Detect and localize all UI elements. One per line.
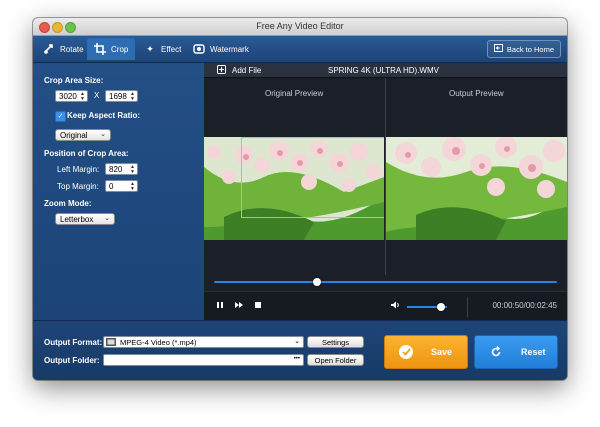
output-format-label: Output Format: [44,338,103,347]
add-file-icon [217,65,226,76]
effect-stars-icon: ✦ [146,43,154,54]
open-folder-button[interactable]: Open Folder [307,354,364,366]
chevron-down-icon: ⌄ [104,215,110,222]
pause-icon[interactable] [216,301,224,311]
zoom-mode-label: Zoom Mode: [44,199,92,208]
file-bar: Add File SPRING 4K (ULTRA HD).WMV [204,63,567,78]
crop-height-stepper[interactable]: 1698 ▲ ▼ [105,90,138,102]
position-crop-area-label: Position of Crop Area: [44,149,129,158]
window-title: Free Any Video Editor [256,21,344,31]
tab-crop[interactable]: Crop [87,38,136,60]
output-format-select[interactable]: MPEG-4 Video (*.mp4) ⌄ [103,336,304,348]
crop-icon [94,43,106,55]
toolbar: Rotate Crop ✦ Effect Watermark Back to H… [33,36,567,63]
output-folder-input[interactable]: ••• [103,354,304,366]
tab-rotate[interactable]: Rotate [36,38,91,60]
crop-size-separator: X [94,91,100,100]
volume-handle[interactable] [437,303,445,311]
app-window: Free Any Video Editor Rotate Crop ✦ Effe… [33,18,567,380]
rotate-icon [43,43,55,55]
browse-dots-button[interactable]: ••• [294,356,300,362]
back-arrow-icon [493,44,503,54]
player-controls: 00:00:50/00:02:45 [204,291,567,321]
preview-area: Add File SPRING 4K (ULTRA HD).WMV Origin… [204,63,567,321]
output-bar: Output Format: MPEG-4 Video (*.mp4) ⌄ Se… [33,320,567,380]
crop-settings-panel: Crop Area Size: 3020 ▲ ▼ X 1698 ▲ ▼ ✓ Keep… [33,63,204,320]
left-margin-stepper[interactable]: 820 ▲ ▼ [105,163,138,175]
output-preview-video [386,137,567,240]
save-button[interactable]: Save [384,335,468,369]
aspect-ratio-select[interactable]: Original ⌄ [55,129,111,141]
tab-watermark[interactable]: Watermark [186,38,256,60]
watermark-icon [193,43,205,55]
top-margin-stepper[interactable]: 0 ▲ ▼ [105,180,138,192]
output-preview-label: Output Preview [449,89,504,98]
crop-width-stepper[interactable]: 3020 ▲ ▼ [55,90,88,102]
tab-effect[interactable]: ✦ Effect [137,38,188,60]
original-preview-video [204,137,384,240]
playback-time: 00:00:50/00:02:45 [492,301,557,310]
keep-aspect-checkbox[interactable]: ✓ [55,111,66,122]
original-preview-label: Original Preview [265,89,324,98]
fast-forward-icon[interactable] [235,301,244,311]
chevron-down-icon: ⌄ [100,131,106,138]
file-name: SPRING 4K (ULTRA HD).WMV [328,66,439,75]
crop-area-size-label: Crop Area Size: [44,76,104,85]
crop-selection-frame[interactable] [241,137,384,218]
add-file-button[interactable]: Add File [217,65,261,76]
stepper-arrows-icon[interactable]: ▲ ▼ [129,165,136,175]
zoom-mode-select[interactable]: Letterbox ⌄ [55,213,115,225]
stepper-arrows-icon[interactable]: ▲ ▼ [79,92,86,102]
keep-aspect-label: Keep Aspect Ratio: [67,111,141,120]
stop-icon[interactable] [254,301,262,311]
volume-icon[interactable] [391,301,401,311]
seek-handle[interactable] [312,278,321,286]
refresh-icon [489,345,503,359]
output-folder-label: Output Folder: [44,356,100,365]
title-bar: Free Any Video Editor [33,18,567,36]
stepper-arrows-icon[interactable]: ▲ ▼ [129,182,136,192]
chevron-down-icon: ⌄ [294,338,300,345]
back-to-home-button[interactable]: Back to Home [486,40,561,58]
video-format-icon [106,338,116,346]
reset-button[interactable]: Reset [474,335,558,369]
control-separator [467,297,468,317]
stepper-arrows-icon[interactable]: ▲ ▼ [129,92,136,102]
settings-button[interactable]: Settings [307,336,364,348]
seek-bar[interactable] [214,281,557,283]
checkmark-icon [399,345,413,359]
top-margin-label: Top Margin: [57,182,99,191]
left-margin-label: Left Margin: [57,165,100,174]
